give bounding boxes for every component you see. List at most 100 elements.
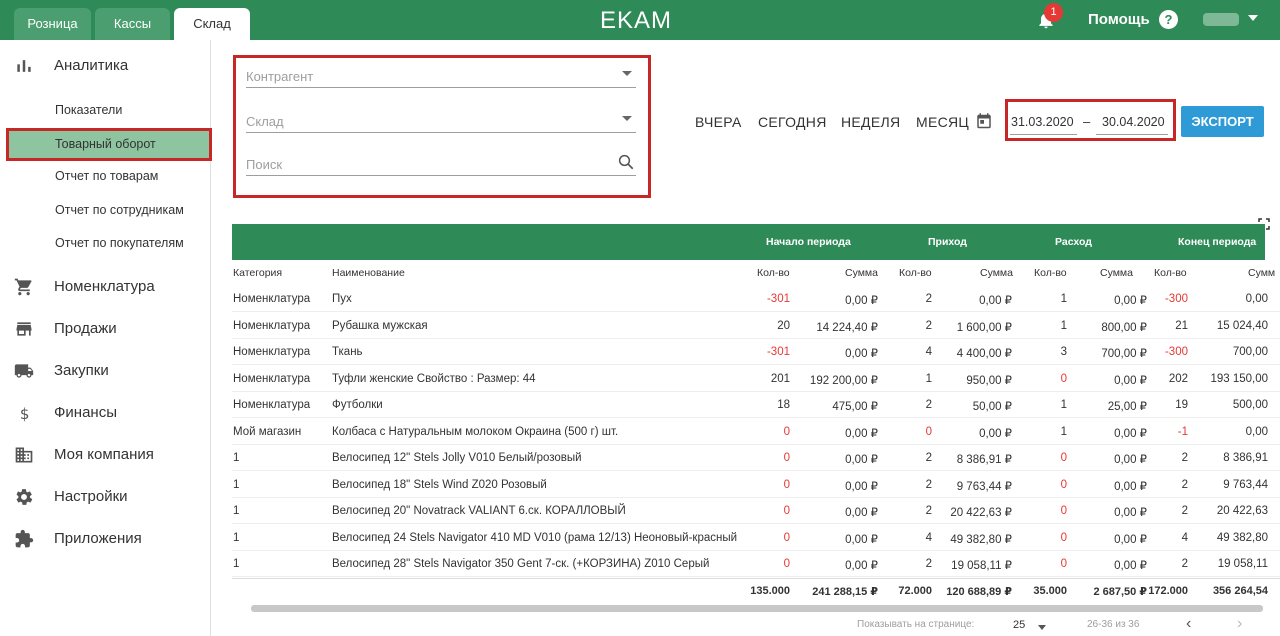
col-sum-end[interactable]: Сумм <box>1248 267 1275 279</box>
cell-qty-expense: 3 <box>1060 346 1067 358</box>
cell-qty-end: -300 <box>1164 293 1188 305</box>
cell-name: Велосипед 20" Novatrack VALIANT 6.ск. КО… <box>332 505 626 517</box>
period-week-button[interactable]: НЕДЕЛЯ <box>841 114 900 130</box>
cell-sum-expense: 0,00 ₽ <box>1114 480 1147 493</box>
table-row[interactable]: 1 Велосипед 28" Stels Navigator 350 Gent … <box>232 551 1280 577</box>
tab-registers[interactable]: Кассы <box>95 8 170 40</box>
col-name[interactable]: Наименование <box>332 267 405 279</box>
cell-qty-end: 21 <box>1175 319 1188 332</box>
chevron-down-icon[interactable] <box>1038 625 1046 630</box>
cell-sum-start: 0,00 ₽ <box>845 348 878 360</box>
warehouse-select[interactable]: Склад <box>246 107 636 133</box>
sidebar-item-my-company[interactable]: Моя компания <box>0 440 210 470</box>
col-sum-income[interactable]: Сумма <box>980 267 1013 279</box>
cell-qty-start: 20 <box>777 319 790 332</box>
table-row[interactable]: 1 Велосипед 12" Stels Jolly V010 Белый/ро… <box>232 445 1280 471</box>
cell-qty-income: 2 <box>925 319 932 332</box>
table-row[interactable]: 1 Велосипед 18" Stels Wind Z020 Розовый 0 0… <box>232 472 1280 498</box>
sidebar-item-finance[interactable]: $ Финансы <box>0 398 210 428</box>
period-today-button[interactable]: СЕГОДНЯ <box>758 114 827 130</box>
gear-icon <box>16 489 33 505</box>
cell-qty-end: 2 <box>1181 558 1188 570</box>
sidebar-item-apps[interactable]: Приложения <box>0 524 210 554</box>
sidebar-item-label: Закупки <box>54 362 109 379</box>
horizontal-scrollbar[interactable] <box>251 605 1263 612</box>
cell-sum-income: 50,00 ₽ <box>972 401 1012 413</box>
table-row[interactable]: Номенклатура Рубашка мужская 20 14 224,40 ₽… <box>232 313 1280 339</box>
table-row[interactable]: Номенклатура Ткань -301 0,00 ₽ 4 4 400,00 ₽ 3 7… <box>232 339 1280 365</box>
warehouse-label: Склад <box>246 114 284 129</box>
col-category[interactable]: Категория <box>233 267 282 279</box>
sidebar-subitem-customer-report[interactable]: Отчет по покупателям <box>55 236 184 250</box>
help-icon[interactable]: ? <box>1159 10 1178 29</box>
search-placeholder: Поиск <box>246 157 283 172</box>
notification-badge: 1 <box>1044 3 1063 22</box>
cell-qty-start: 0 <box>783 558 790 570</box>
ekam-logo[interactable]: EKAM <box>600 7 672 35</box>
cell-name: Колбаса с Натуральным молоком Окраина (5… <box>332 425 619 438</box>
counterparty-select[interactable]: Контрагент <box>246 62 636 88</box>
cell-qty-end: 19 <box>1175 399 1188 411</box>
sidebar-subitem-employee-report[interactable]: Отчет по сотрудникам <box>55 203 184 217</box>
search-input[interactable]: Поиск <box>246 150 636 176</box>
cell-qty-start: 201 <box>770 372 790 385</box>
cell-sum-expense: 0,00 ₽ <box>1114 427 1147 440</box>
chevron-down-icon[interactable] <box>1248 15 1258 21</box>
date-from-input[interactable]: 31.03.2020 <box>1011 115 1074 129</box>
sidebar-item-analytics[interactable]: Аналитика <box>0 51 210 81</box>
col-sum-start[interactable]: Сумма <box>845 267 878 279</box>
cell-qty-start: 0 <box>783 505 790 517</box>
sidebar-subitem-indicators[interactable]: Показатели <box>55 103 122 117</box>
sidebar-item-sales[interactable]: Продажи <box>0 314 210 344</box>
table-row[interactable]: Номенклатура Футболки 18 475,00 ₽ 2 50,00 ₽ 1 2… <box>232 392 1280 418</box>
cell-category: 1 <box>233 478 240 491</box>
col-qty-income[interactable]: Кол-во <box>899 267 932 279</box>
sidebar-subitem-product-report[interactable]: Отчет по товарам <box>55 169 158 183</box>
date-to-input[interactable]: 30.04.2020 <box>1102 115 1165 129</box>
user-name-redacted[interactable] <box>1203 13 1239 26</box>
chevron-down-icon[interactable] <box>622 71 632 76</box>
period-month-button[interactable]: МЕСЯЦ <box>916 114 969 130</box>
period-yesterday-button[interactable]: ВЧЕРА <box>695 114 742 130</box>
cell-category: 1 <box>233 531 240 544</box>
cell-name: Туфли женские Свойство : Размер: 44 <box>332 372 536 385</box>
sidebar-item-purchases[interactable]: Закупки <box>0 356 210 386</box>
col-sum-expense[interactable]: Сумма <box>1100 267 1133 279</box>
sidebar-item-nomenclature[interactable]: Номенклатура <box>0 272 210 302</box>
table-row[interactable]: Номенклатура Пух -301 0,00 ₽ 2 0,00 ₽ 1 0,00 ₽ -… <box>232 286 1280 312</box>
cell-name: Велосипед 12" Stels Jolly V010 Белый/роз… <box>332 452 582 464</box>
total-sum-income: 120 688,89 ₽ <box>946 586 1012 598</box>
cell-sum-start: 0,00 ₽ <box>845 427 878 440</box>
calendar-icon[interactable] <box>975 112 993 131</box>
cell-name: Велосипед 28" Stels Navigator 350 Gent 7… <box>332 558 710 570</box>
group-start-period: Начало периода <box>766 236 851 248</box>
export-button[interactable]: ЭКСПОРТ <box>1181 106 1264 137</box>
cell-sum-income: 0,00 ₽ <box>979 427 1012 440</box>
puzzle-icon <box>15 529 34 548</box>
col-qty-expense[interactable]: Кол-во <box>1034 267 1067 279</box>
svg-text:$: $ <box>20 405 30 423</box>
prev-page-button[interactable]: ‹ <box>1186 615 1191 633</box>
sidebar-item-settings[interactable]: Настройки <box>0 482 210 512</box>
col-qty-end[interactable]: Кол-во <box>1154 267 1187 279</box>
chevron-down-icon[interactable] <box>622 116 632 121</box>
help-link[interactable]: Помощь <box>1088 11 1150 28</box>
date-range-separator: – <box>1083 114 1091 129</box>
table-row[interactable]: 1 Велосипед 24 Stels Navigator 410 MD V01… <box>232 525 1280 551</box>
cell-qty-expense: 1 <box>1060 425 1067 438</box>
cell-qty-end: 2 <box>1181 478 1188 491</box>
table-row[interactable]: Мой магазин Колбаса с Натуральным молоком… <box>232 419 1280 445</box>
sidebar-subitem-product-turnover[interactable]: Товарный оборот <box>6 128 212 161</box>
date-from-underline <box>1010 134 1077 135</box>
table-row[interactable]: 1 Велосипед 20" Novatrack VALIANT 6.ск. К… <box>232 498 1280 524</box>
col-qty-start[interactable]: Кол-во <box>757 267 790 279</box>
next-page-button[interactable]: › <box>1237 615 1242 633</box>
tab-retail[interactable]: Розница <box>14 8 91 40</box>
page-size-select[interactable]: 25 <box>1013 619 1025 631</box>
tab-warehouse[interactable]: Склад <box>174 8 250 40</box>
cell-category: Номенклатура <box>233 293 311 305</box>
search-icon[interactable] <box>617 153 635 171</box>
cell-name: Рубашка мужская <box>332 319 428 332</box>
table-row[interactable]: Номенклатура Туфли женские Свойство : Раз… <box>232 366 1280 392</box>
sidebar-item-label: Настройки <box>54 488 128 505</box>
